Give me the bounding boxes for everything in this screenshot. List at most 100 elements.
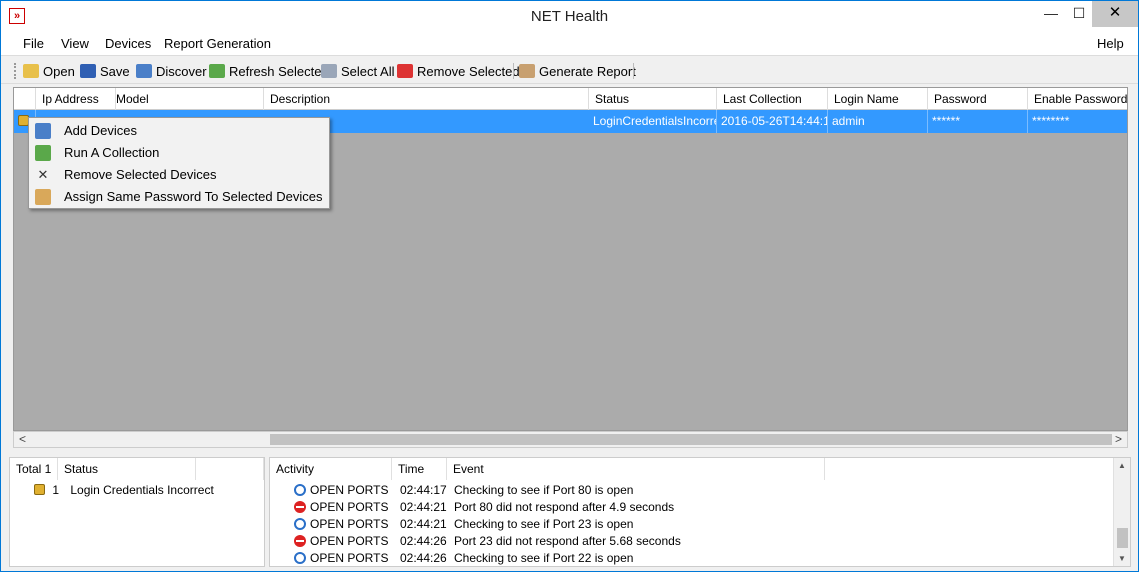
context-run-collection-label: Run A Collection xyxy=(64,145,160,160)
menu-file[interactable]: File xyxy=(23,36,44,51)
activity-time: 02:44:26 xyxy=(400,551,447,565)
activity-event: Checking to see if Port 23 is open xyxy=(454,517,634,531)
toolbar-grip[interactable] xyxy=(14,63,17,79)
grid-header: Ip Address Model Description Status Last… xyxy=(14,88,1127,110)
col-login-name[interactable]: Login Name xyxy=(828,88,928,110)
col-ip-address[interactable]: Ip Address xyxy=(36,88,116,110)
refresh-icon xyxy=(35,145,51,161)
row-status: LoginCredentialsIncorrect xyxy=(589,110,717,133)
row-last-collection: 2016-05-26T14:44:12 xyxy=(717,110,828,133)
activity-log-panel[interactable]: Activity Time Event OPEN PORTS 02:44:17 … xyxy=(269,457,1131,567)
scroll-down-button[interactable]: ▼ xyxy=(1114,551,1130,566)
remove-x-icon: ✕ xyxy=(37,167,49,182)
window-title: NET Health xyxy=(530,8,609,25)
list-item[interactable]: OPEN PORTS 02:44:21 Checking to see if P… xyxy=(294,516,633,533)
activity-time: 02:44:21 xyxy=(400,500,447,514)
context-assign-password[interactable]: Assign Same Password To Selected Devices xyxy=(29,186,329,208)
context-run-collection[interactable]: Run A Collection xyxy=(29,142,329,164)
computer-network-icon xyxy=(35,123,51,139)
toolbar: Open Save Discover Refresh Selected Sele… xyxy=(1,57,1138,84)
stop-icon xyxy=(294,501,306,513)
generate-report-label: Generate Report xyxy=(539,63,636,79)
activity-header[interactable]: Activity xyxy=(270,458,392,480)
remove-selected-button[interactable]: Remove Selected xyxy=(397,61,520,81)
list-item[interactable]: OPEN PORTS 02:44:17 Checking to see if P… xyxy=(294,482,633,499)
toolbar-separator xyxy=(513,63,514,79)
activity-event: Checking to see if Port 80 is open xyxy=(454,483,634,497)
col-select-header[interactable] xyxy=(14,88,36,110)
activity-name: OPEN PORTS xyxy=(310,483,389,497)
summary-row-count: 1 xyxy=(52,483,60,497)
open-label: Open xyxy=(43,63,75,79)
list-item[interactable]: OPEN PORTS 02:44:21 Port 80 did not resp… xyxy=(294,499,674,516)
search-icon xyxy=(294,552,306,564)
grid-horizontal-scrollbar[interactable]: < > xyxy=(13,431,1128,448)
save-disk-icon xyxy=(80,64,96,78)
summary-extra-header[interactable] xyxy=(196,458,264,480)
scroll-up-button[interactable]: ▲ xyxy=(1114,458,1130,473)
summary-total-header[interactable]: Total 1 xyxy=(10,458,58,480)
scroll-left-button[interactable]: < xyxy=(14,432,31,447)
activity-event: Checking to see if Port 22 is open xyxy=(454,551,634,565)
search-icon xyxy=(294,518,306,530)
activity-time: 02:44:21 xyxy=(400,517,447,531)
context-add-devices-label: Add Devices xyxy=(64,123,137,138)
context-remove-selected-label: Remove Selected Devices xyxy=(64,167,217,182)
save-label: Save xyxy=(100,63,130,79)
row-password: ****** xyxy=(928,110,1028,133)
report-clipboard-icon xyxy=(519,64,535,78)
list-item[interactable]: OPEN PORTS 02:44:26 Port 23 did not resp… xyxy=(294,533,681,550)
discover-button[interactable]: Discover xyxy=(136,61,207,81)
event-header[interactable]: Event xyxy=(447,458,825,480)
list-item[interactable]: OPEN PORTS 02:44:26 Checking to see if P… xyxy=(294,550,633,567)
col-password[interactable]: Password xyxy=(928,88,1028,110)
col-enable-password[interactable]: Enable Password xyxy=(1028,88,1127,110)
activity-event: Port 80 did not respond after 4.9 second… xyxy=(454,500,675,514)
time-header[interactable]: Time xyxy=(392,458,447,480)
discover-label: Discover xyxy=(156,63,207,79)
select-all-label: Select All xyxy=(341,63,395,79)
menu-devices[interactable]: Devices xyxy=(105,36,151,51)
search-icon xyxy=(294,484,306,496)
context-add-devices[interactable]: Add Devices xyxy=(29,120,329,142)
generate-report-button[interactable]: Generate Report xyxy=(519,61,636,81)
col-last-collection[interactable]: Last Collection xyxy=(717,88,828,110)
menu-report-generation[interactable]: Report Generation xyxy=(164,36,271,51)
stop-icon xyxy=(294,535,306,547)
context-remove-selected[interactable]: ✕ Remove Selected Devices xyxy=(29,164,329,186)
open-button[interactable]: Open xyxy=(23,61,75,81)
remove-icon xyxy=(397,64,413,78)
summary-status-header[interactable]: Status xyxy=(58,458,196,480)
scroll-right-button[interactable]: > xyxy=(1110,432,1127,447)
summary-row-status: Login Credentials Incorrect xyxy=(70,483,214,497)
menu-help[interactable]: Help xyxy=(1097,36,1124,51)
activity-time: 02:44:26 xyxy=(400,534,447,548)
activity-event: Port 23 did not respond after 5.68 secon… xyxy=(454,534,681,548)
col-status[interactable]: Status xyxy=(589,88,717,110)
close-button[interactable]: ✕ xyxy=(1092,1,1138,27)
activity-name: OPEN PORTS xyxy=(310,500,389,514)
refresh-icon xyxy=(209,64,225,78)
col-description[interactable]: Description xyxy=(264,88,589,110)
refresh-selected-button[interactable]: Refresh Selected xyxy=(209,61,329,81)
select-all-icon xyxy=(321,64,337,78)
save-button[interactable]: Save xyxy=(80,61,130,81)
summary-row[interactable]: 1 Login Credentials Incorrect xyxy=(34,482,214,499)
maximize-button[interactable]: ☐ xyxy=(1065,1,1093,27)
select-all-button[interactable]: Select All xyxy=(321,61,394,81)
col-model[interactable]: Model xyxy=(110,88,264,110)
scroll-thumb[interactable] xyxy=(270,434,1112,445)
context-menu: Add Devices Run A Collection ✕ Remove Se… xyxy=(28,117,330,209)
summary-panel[interactable]: Total 1 Status 1 Login Credentials Incor… xyxy=(9,457,265,567)
context-assign-password-label: Assign Same Password To Selected Devices xyxy=(64,189,323,204)
menu-view[interactable]: View xyxy=(61,36,89,51)
activity-name: OPEN PORTS xyxy=(310,551,389,565)
refresh-selected-label: Refresh Selected xyxy=(229,63,329,79)
activity-vertical-scrollbar[interactable]: ▲ ▼ xyxy=(1113,458,1130,566)
minimize-button[interactable]: — xyxy=(1037,1,1065,27)
menu-bar: File View Devices Report Generation Help xyxy=(1,32,1138,56)
activity-name: OPEN PORTS xyxy=(310,534,389,548)
row-enable-password: ******** xyxy=(1028,110,1127,133)
scroll-thumb[interactable] xyxy=(1117,528,1128,548)
lock-icon xyxy=(34,484,45,495)
